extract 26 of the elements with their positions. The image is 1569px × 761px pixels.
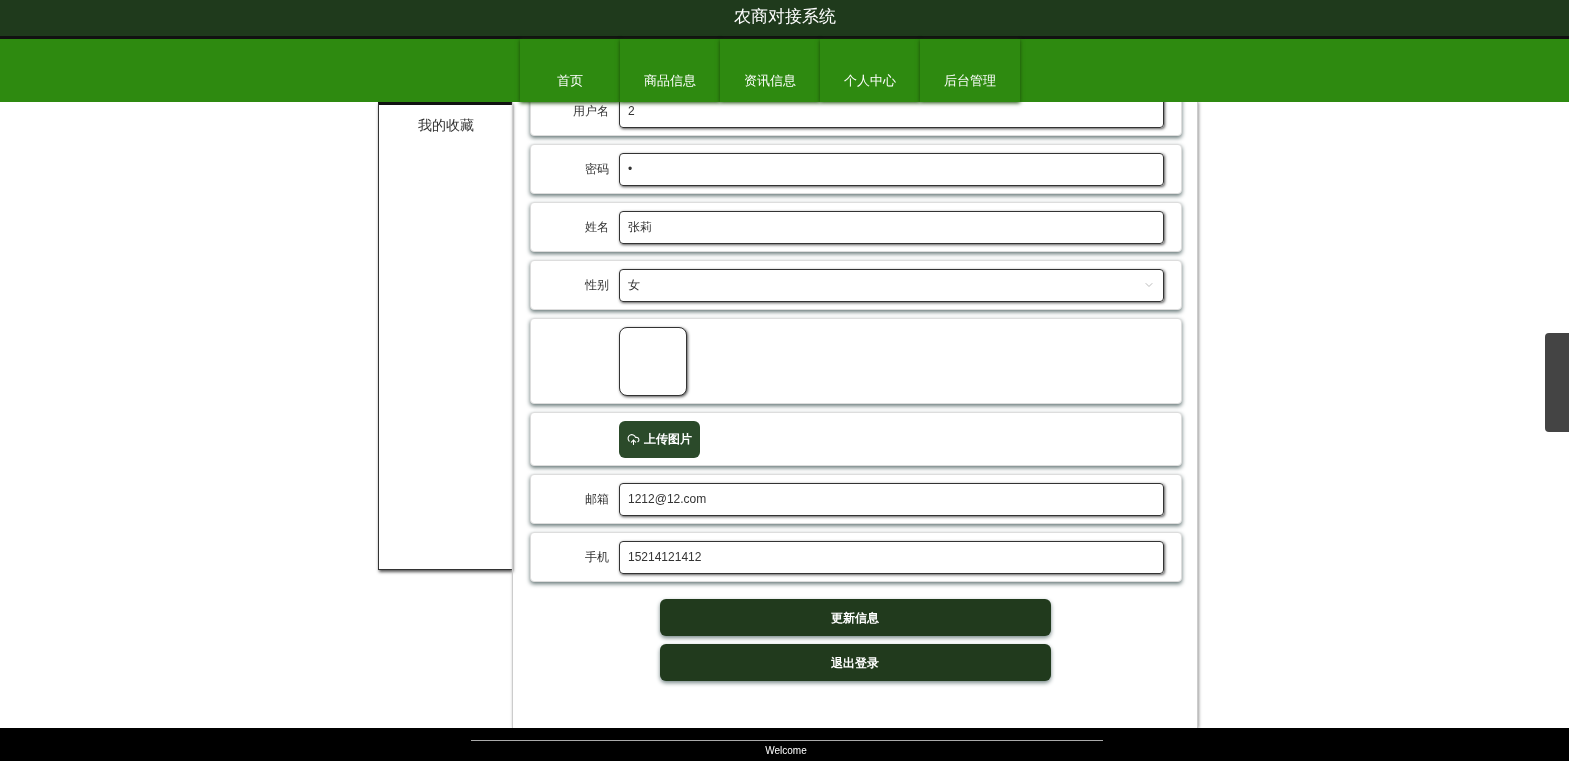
field-label: 性别 — [585, 278, 609, 292]
input-field[interactable]: 张莉 — [619, 210, 1164, 244]
site-title: 农商对接系统 — [733, 5, 836, 28]
input-field[interactable]: 15214121412 — [619, 540, 1164, 574]
input-field[interactable]: 1212@12.com — [619, 482, 1164, 516]
nav-item[interactable]: 个人中心 — [819, 39, 920, 102]
nav-item[interactable]: 首页 — [519, 39, 620, 102]
side-tab[interactable] — [1545, 333, 1569, 432]
upload-button[interactable]: 上传图片 — [619, 420, 700, 458]
field-label: 用户名 — [573, 104, 609, 118]
action-button[interactable]: 退出登录 — [659, 644, 1051, 681]
select-field[interactable]: 女 — [619, 268, 1164, 302]
field-label: 手机 — [585, 550, 609, 564]
nav-item[interactable]: 资讯信息 — [719, 39, 820, 102]
nav-item[interactable]: 商品信息 — [619, 39, 720, 102]
nav-item[interactable]: 后台管理 — [919, 39, 1020, 102]
action-button[interactable]: 更新信息 — [659, 599, 1051, 636]
field-label: 密码 — [585, 162, 609, 176]
field-label: 姓名 — [585, 220, 609, 234]
footer-text: Welcome — [765, 746, 807, 756]
cloud-upload-icon — [627, 432, 640, 446]
input-field[interactable]: 2 — [619, 102, 1164, 128]
field-label: 邮箱 — [585, 492, 609, 506]
image-placeholder — [619, 326, 687, 396]
sidebar-item[interactable]: 我的收藏 — [417, 115, 474, 136]
input-field[interactable]: • — [619, 152, 1164, 186]
